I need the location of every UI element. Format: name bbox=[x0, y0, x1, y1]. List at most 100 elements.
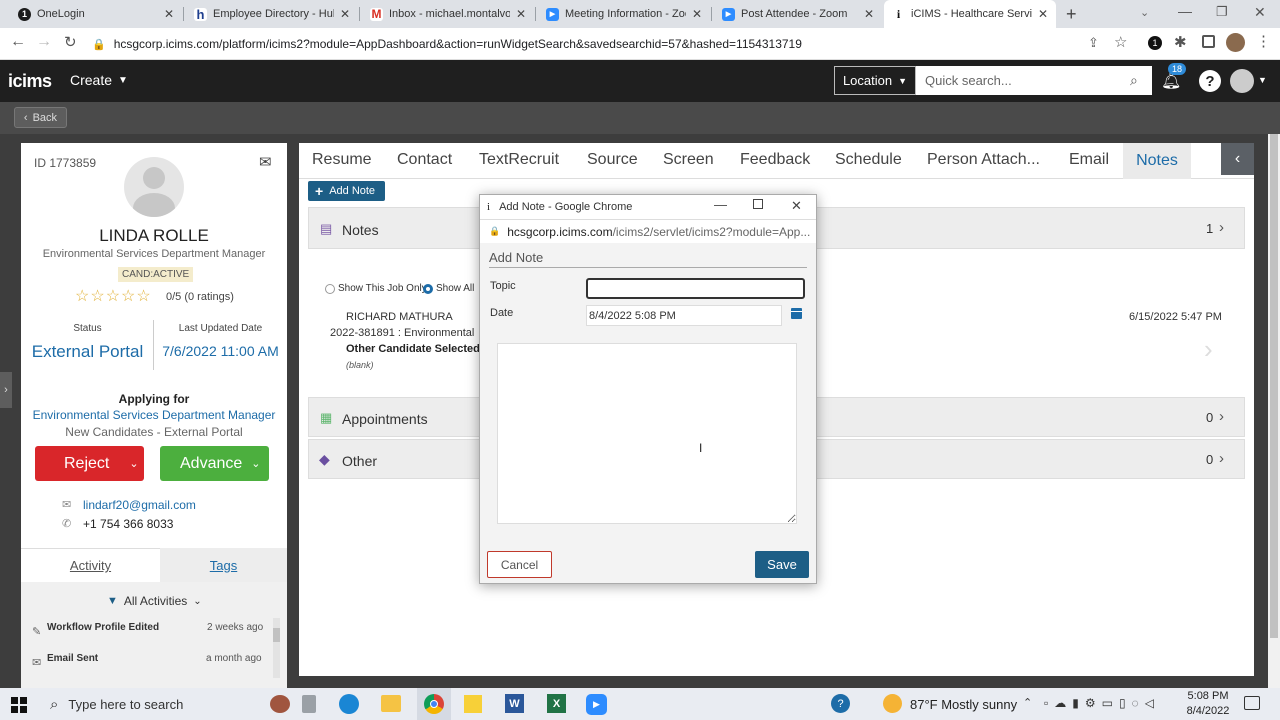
browser-tab[interactable]: M Inbox - michael.montalvo@ ✕ bbox=[362, 0, 534, 28]
windows-start-icon[interactable] bbox=[11, 697, 27, 713]
note-job[interactable]: 2022-381891 : Environmental bbox=[330, 327, 474, 339]
close-window-icon[interactable]: ✕ bbox=[1254, 4, 1266, 21]
topic-input[interactable] bbox=[586, 278, 805, 299]
tab-person-attachments[interactable]: Person Attach... bbox=[927, 151, 1040, 169]
extensions-icon[interactable]: ✱ bbox=[1174, 33, 1187, 51]
browser-tab[interactable]: ▶ Post Attendee - Zoom ✕ bbox=[714, 0, 882, 28]
save-button[interactable]: Save bbox=[755, 551, 809, 578]
tab-schedule[interactable]: Schedule bbox=[835, 151, 902, 169]
maximize-icon[interactable]: ❐ bbox=[1216, 4, 1228, 20]
sticky-notes-icon[interactable] bbox=[464, 695, 482, 713]
chevron-right-icon[interactable]: › bbox=[1204, 334, 1213, 365]
activity-filter[interactable]: ▼ All Activities ⌄ bbox=[107, 594, 202, 608]
clock-date[interactable]: 8/4/2022 bbox=[1180, 705, 1236, 717]
search-highlight-icon[interactable] bbox=[270, 695, 290, 713]
excel-icon[interactable]: X bbox=[547, 694, 566, 713]
notification-center-icon[interactable] bbox=[1244, 696, 1260, 710]
create-menu[interactable]: Create ▼ bbox=[70, 72, 128, 88]
chevron-up-icon[interactable]: ⌃ bbox=[1023, 696, 1032, 709]
close-tab-icon[interactable]: ✕ bbox=[164, 7, 174, 21]
chevron-right-icon[interactable]: › bbox=[1219, 450, 1224, 467]
radio-show-all[interactable]: Show All bbox=[423, 283, 474, 294]
close-tab-icon[interactable]: ✕ bbox=[516, 7, 526, 21]
applying-job-link[interactable]: Environmental Services Department Manage… bbox=[21, 408, 287, 422]
maximize-icon[interactable] bbox=[753, 199, 763, 209]
zoom-icon[interactable]: ▶ bbox=[586, 694, 607, 715]
chevron-down-icon[interactable]: ▼ bbox=[1258, 75, 1267, 85]
forward-arrow-icon[interactable]: → bbox=[36, 33, 52, 51]
tab-textrecruit[interactable]: TextRecruit bbox=[479, 151, 559, 169]
email-open-icon[interactable]: ✉ bbox=[259, 153, 272, 171]
activity-item-time: a month ago bbox=[206, 653, 262, 664]
onelogin-extension-icon[interactable]: 1 bbox=[1148, 36, 1162, 50]
help-icon[interactable]: ? bbox=[1199, 70, 1221, 92]
close-tab-icon[interactable]: ✕ bbox=[340, 7, 350, 21]
tab-screen[interactable]: Screen bbox=[663, 151, 714, 169]
task-view-icon[interactable] bbox=[302, 695, 316, 713]
file-explorer-icon[interactable] bbox=[381, 695, 401, 712]
chevron-right-icon[interactable]: › bbox=[1219, 408, 1224, 425]
address-bar[interactable]: 🔒 hcsgcorp.icims.com/platform/icims2?mod… bbox=[92, 32, 1142, 56]
advance-button[interactable]: Advance ⌄ bbox=[160, 446, 269, 481]
search-icon[interactable]: ⌕ bbox=[1130, 72, 1138, 89]
browser-tab[interactable]: h Employee Directory - Hub ✕ bbox=[186, 0, 358, 28]
edge-icon[interactable] bbox=[339, 694, 359, 714]
page-scrollbar[interactable] bbox=[1268, 134, 1280, 688]
reject-button[interactable]: Reject ⌄ bbox=[35, 446, 144, 481]
back-button[interactable]: ‹ Back bbox=[14, 107, 67, 128]
collapse-panel-icon[interactable]: ‹ bbox=[1221, 143, 1254, 175]
note-body-textarea[interactable] bbox=[497, 343, 797, 524]
rating-stars[interactable]: ☆☆☆☆☆ bbox=[75, 286, 152, 306]
quick-search-input[interactable]: Quick search... bbox=[916, 66, 1152, 95]
tab-activity[interactable]: Activity bbox=[21, 548, 160, 582]
candidate-email[interactable]: lindarf20@gmail.com bbox=[83, 498, 196, 512]
add-note-button[interactable]: + Add Note bbox=[308, 181, 385, 201]
browser-menu-icon[interactable]: ⋮ bbox=[1256, 32, 1271, 50]
chevron-down-icon: ⌄ bbox=[193, 595, 202, 607]
tab-feedback[interactable]: Feedback bbox=[740, 151, 810, 169]
tab-contact[interactable]: Contact bbox=[397, 151, 452, 169]
modal-url-path: /icims2/servlet/icims2?module=App... bbox=[612, 224, 811, 239]
close-window-icon[interactable]: ✕ bbox=[791, 198, 802, 214]
back-arrow-icon[interactable]: ← bbox=[10, 33, 26, 51]
activity-scrollbar[interactable] bbox=[273, 618, 280, 678]
chrome-taskbar-item[interactable] bbox=[417, 688, 451, 720]
close-tab-icon[interactable]: ✕ bbox=[864, 7, 874, 21]
close-tab-icon[interactable]: ✕ bbox=[692, 7, 702, 21]
word-icon[interactable]: W bbox=[505, 694, 524, 713]
date-input[interactable]: 8/4/2022 5:08 PM bbox=[586, 305, 782, 326]
taskbar-search[interactable]: ⌕ Type here to search bbox=[40, 688, 300, 720]
activity-item-label[interactable]: Workflow Profile Edited bbox=[47, 622, 159, 633]
side-panel-icon[interactable] bbox=[1202, 35, 1215, 48]
tab-notes[interactable]: Notes bbox=[1123, 143, 1191, 179]
expand-sidebar-icon[interactable]: › bbox=[0, 372, 12, 408]
tab-email[interactable]: Email bbox=[1069, 151, 1109, 169]
tab-source[interactable]: Source bbox=[587, 151, 638, 169]
tab-resume[interactable]: Resume bbox=[312, 151, 372, 169]
weather-text[interactable]: 87°F Mostly sunny bbox=[910, 697, 1017, 712]
user-avatar[interactable] bbox=[1230, 69, 1254, 93]
browser-tab[interactable]: ▶ Meeting Information - Zoo ✕ bbox=[538, 0, 710, 28]
close-tab-icon[interactable]: ✕ bbox=[1038, 7, 1048, 21]
clock-time[interactable]: 5:08 PM bbox=[1180, 690, 1236, 702]
profile-avatar-icon[interactable] bbox=[1226, 33, 1245, 52]
icims-logo[interactable]: icims bbox=[8, 71, 52, 92]
help-icon[interactable]: ? bbox=[831, 694, 850, 713]
minimize-icon[interactable]: — bbox=[714, 197, 727, 212]
browser-tab[interactable]: 1 OneLogin ✕ bbox=[10, 0, 182, 28]
radio-show-this-job[interactable]: Show This Job Only bbox=[325, 283, 427, 294]
date-label: Date bbox=[490, 307, 514, 319]
tab-tags[interactable]: Tags bbox=[160, 548, 287, 582]
new-tab-icon[interactable]: + bbox=[1066, 4, 1077, 25]
reload-icon[interactable]: ↻ bbox=[64, 33, 77, 51]
cancel-button[interactable]: Cancel bbox=[487, 551, 552, 578]
calendar-icon[interactable] bbox=[791, 308, 802, 319]
activity-item-label[interactable]: Email Sent bbox=[47, 653, 98, 664]
minimize-icon[interactable]: — bbox=[1178, 3, 1192, 19]
system-tray-icons[interactable]: ▫☁▮⚙▭▯◌◁ bbox=[1044, 696, 1160, 710]
browser-tab-active[interactable]: i iCIMS - Healthcare Services ✕ bbox=[884, 0, 1056, 28]
chevron-right-icon[interactable]: › bbox=[1219, 219, 1224, 236]
tab-search-icon[interactable]: ⌄ bbox=[1140, 6, 1149, 19]
location-dropdown[interactable]: Location ▼ bbox=[834, 66, 916, 95]
status-value[interactable]: External Portal bbox=[21, 342, 154, 362]
